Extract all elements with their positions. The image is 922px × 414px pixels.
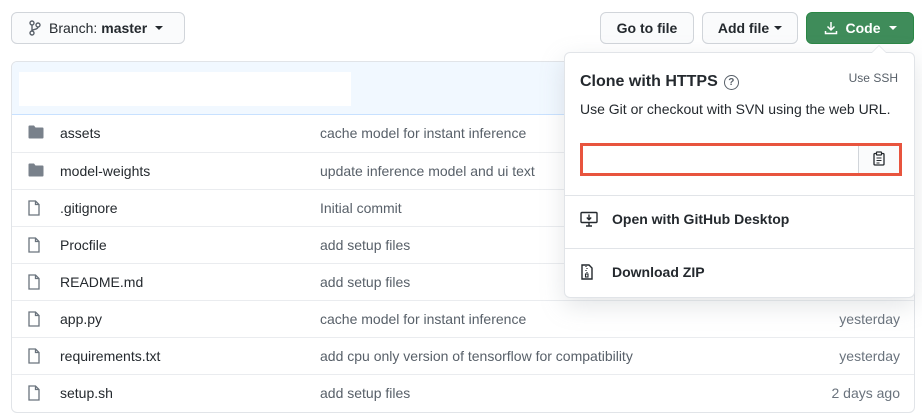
download-icon <box>824 21 838 35</box>
divider <box>565 195 914 196</box>
commit-message-link[interactable]: add setup files <box>320 385 410 401</box>
chevron-down-icon <box>155 26 164 30</box>
file-name-link[interactable]: Procfile <box>60 237 107 253</box>
file-icon <box>28 348 40 364</box>
commit-age: yesterday <box>839 348 900 364</box>
file-name-link[interactable]: requirements.txt <box>60 348 160 364</box>
file-row[interactable]: setup.sh add setup files 2 days ago <box>12 374 914 411</box>
download-zip-label: Download ZIP <box>612 264 705 280</box>
file-zip-icon <box>580 264 598 280</box>
clone-url-highlight <box>580 143 902 176</box>
file-name-link[interactable]: app.py <box>60 311 102 327</box>
open-with-github-desktop[interactable]: Open with GitHub Desktop <box>580 211 789 227</box>
commit-message-link[interactable]: add setup files <box>320 237 410 253</box>
file-name-link[interactable]: assets <box>60 125 100 141</box>
file-row[interactable]: app.py cache model for instant inference y… <box>12 300 914 337</box>
clone-title-text: Clone with HTTPS <box>580 73 718 90</box>
file-icon <box>28 237 40 253</box>
add-file-label: Add file <box>717 20 770 36</box>
clipboard-icon <box>873 150 885 169</box>
branch-select-button[interactable]: Branch: master <box>11 12 185 44</box>
branch-label: Branch: <box>49 20 98 36</box>
code-label: Code <box>845 20 881 36</box>
file-name-link[interactable]: setup.sh <box>60 385 113 401</box>
file-icon <box>28 200 40 216</box>
file-row[interactable]: requirements.txt add cpu only version of … <box>12 337 914 374</box>
commit-age: 2 days ago <box>831 385 901 401</box>
clone-dropdown: Clone with HTTPS ? Use SSH Use Git or ch… <box>564 45 915 298</box>
chevron-down-icon <box>888 26 897 30</box>
commit-message-link[interactable]: Initial commit <box>320 200 402 216</box>
clone-url-input[interactable] <box>583 146 859 173</box>
branch-icon <box>29 20 41 36</box>
branch-name: master <box>101 20 148 36</box>
file-icon <box>28 311 40 327</box>
go-to-file-button[interactable]: Go to file <box>600 12 694 44</box>
commit-message-link[interactable]: cache model for instant inference <box>320 311 526 327</box>
file-name-link[interactable]: README.md <box>60 274 143 290</box>
use-ssh-link[interactable]: Use SSH <box>849 71 898 85</box>
commit-message-link[interactable]: add setup files <box>320 274 410 290</box>
desktop-download-icon <box>580 211 598 227</box>
commit-message-link[interactable]: update inference model and ui text <box>320 163 535 179</box>
commit-message-link[interactable]: cache model for instant inference <box>320 125 526 141</box>
add-file-button[interactable]: Add file <box>702 12 798 44</box>
file-name-link[interactable]: model-weights <box>60 163 150 179</box>
clone-title: Clone with HTTPS ? <box>580 73 739 91</box>
folder-icon <box>28 125 44 139</box>
commit-info-placeholder <box>19 72 351 106</box>
download-zip[interactable]: Download ZIP <box>580 264 705 280</box>
file-icon <box>28 274 40 290</box>
code-button[interactable]: Code <box>806 12 914 44</box>
commit-age: yesterday <box>839 311 900 327</box>
open-desktop-label: Open with GitHub Desktop <box>612 211 790 227</box>
commit-message-link[interactable]: add cpu only version of tensorflow for c… <box>320 348 633 364</box>
chevron-down-icon <box>774 26 783 30</box>
copy-url-button[interactable] <box>859 146 899 173</box>
file-icon <box>28 385 40 401</box>
folder-icon <box>28 163 44 177</box>
divider <box>565 248 914 249</box>
question-icon[interactable]: ? <box>723 74 739 90</box>
file-name-link[interactable]: .gitignore <box>60 200 118 216</box>
clone-description: Use Git or checkout with SVN using the w… <box>580 101 891 117</box>
go-to-file-label: Go to file <box>616 20 678 36</box>
